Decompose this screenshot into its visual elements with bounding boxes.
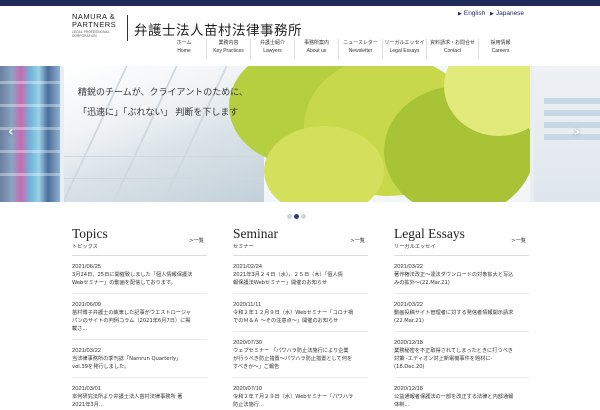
hero-slide: 精鋭のチームが、クライアントのために、 「迅速に」「ぶれない」 判断を下します	[64, 66, 530, 202]
logo-divider	[127, 15, 128, 41]
list-item[interactable]: 2021/03/22 著作権法改正～違法ダウンロードの対象拡大と写込 みの拡外～…	[394, 263, 529, 294]
view-all-link[interactable]: >一覧	[189, 237, 204, 244]
list-item[interactable]: 2020/07/30 ウェブセミナー 「パワハラ防止法施行により企業 が行うべき…	[233, 339, 368, 378]
list-item[interactable]: 2020/12/18 業務秘密を不正取得されてしまったときに打つべき 対策 -エ…	[394, 339, 529, 378]
topics-column: Topics トピックス >一覧 2021/06/25 3月24日、25日に開催…	[72, 226, 207, 410]
list-item[interactable]: 2021/03/22 当法律事務所の季刊誌「Namrun Quarterly」 …	[72, 347, 207, 378]
logo-english: NAMURA & PARTNERS LEGAL PROFESSIONAL COR…	[72, 12, 117, 39]
site-header: NAMURA & PARTNERS LEGAL PROFESSIONAL COR…	[0, 6, 600, 62]
prev-arrow-icon[interactable]: ‹	[8, 124, 14, 140]
column-subtitle: トピックス	[72, 244, 98, 250]
slider-dot[interactable]	[301, 214, 306, 219]
nav-item-careers[interactable]: 採用情報 Careers	[478, 39, 522, 59]
triangle-right-icon: ▶	[458, 11, 462, 17]
slider-dot[interactable]	[287, 214, 292, 219]
nav-item-lawyers[interactable]: 弁護士紹介 Lawyers	[250, 39, 294, 59]
column-title: Legal Essays	[394, 226, 465, 241]
next-slide-preview	[534, 66, 600, 202]
list-item[interactable]: 2021/06/09 苗村博子弁護士の執筆した記事がウエストロージャ パンのサイ…	[72, 301, 207, 340]
next-arrow-icon[interactable]: ›	[574, 124, 580, 140]
view-all-link[interactable]: >一覧	[511, 237, 526, 244]
logo-japanese: 弁護士法人苗村法律事務所	[134, 23, 302, 39]
nav-item-about[interactable]: 事務所案内 About us	[294, 39, 338, 59]
seminar-column: Seminar セミナー >一覧 2021/02/24 2021年3月２４日（水…	[233, 226, 368, 410]
view-all-link[interactable]: >一覧	[350, 237, 365, 244]
column-title: Seminar	[233, 226, 278, 241]
nav-item-key-practices[interactable]: 業務内容 Key Practices	[206, 39, 250, 59]
slider-dot-active[interactable]	[294, 214, 299, 219]
nav-item-contact[interactable]: 資料請求・お問合せ Contact	[426, 39, 478, 59]
lang-english-link[interactable]: ▶ English	[458, 10, 485, 17]
column-subtitle: リーガルエッセイ	[394, 244, 436, 250]
list-item[interactable]: 2020/07/10 令和２年７月２９日（水）Webセミナー「パワハラ 防止法施…	[233, 385, 368, 409]
list-item[interactable]: 2020/12/18 公益通報者保護法の一部を改正する法律と内部通報 体制...	[394, 385, 529, 409]
legal-essays-column: Legal Essays リーガルエッセイ >一覧 2021/03/22 著作権…	[394, 226, 529, 410]
hero-headline-line1: 精鋭のチームが、クライアントのために、	[78, 88, 248, 98]
nav-item-home[interactable]: ホーム Home	[162, 39, 206, 59]
column-subtitle: セミナー	[233, 244, 254, 250]
hero-slider: 精鋭のチームが、クライアントのために、 「迅速に」「ぶれない」 判断を下します …	[0, 66, 600, 202]
list-item[interactable]: 2020/11/11 令和２年１２月９日（水）Webセミナー「コロナ禍 でのＭ＆…	[233, 301, 368, 332]
slider-dots	[287, 204, 308, 223]
column-title: Topics	[72, 226, 108, 241]
lang-japanese-link[interactable]: ▶ Japanese	[490, 10, 524, 17]
nav-item-newsletter[interactable]: ニュースレター Newsletter	[338, 39, 382, 59]
triangle-right-icon: ▶	[490, 11, 494, 17]
list-item[interactable]: 2021/02/24 2021年3月２４日（水），２５日（木）「個人情 報保護法…	[233, 263, 368, 294]
list-item[interactable]: 2021/03/22 動画投稿サイト管理者に対する発信者情報開示請求 (22.M…	[394, 301, 529, 332]
nav-item-legal-essays[interactable]: リーガルエッセイ Legal Essays	[382, 39, 426, 59]
list-item[interactable]: 2021/03/01 本何研究法所より弁護士法人苗村法律事務所 著 2021年3…	[72, 385, 207, 409]
list-item[interactable]: 2021/06/25 3月24日、25日に開催致しました「個人情報保護法 Web…	[72, 263, 207, 294]
hero-headline-line2: 「迅速に」「ぶれない」 判断を下します	[78, 108, 239, 118]
